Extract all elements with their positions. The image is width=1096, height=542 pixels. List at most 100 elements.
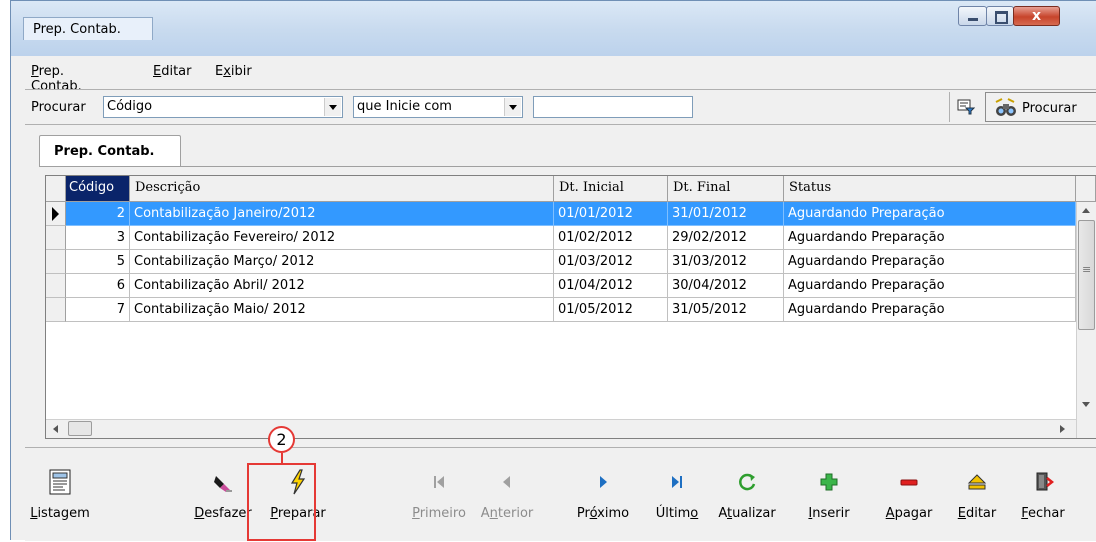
atualizar-button[interactable]: Atualizar — [709, 468, 785, 532]
table-row[interactable]: 7 Contabilização Maio/ 2012 01/05/2012 3… — [46, 298, 1076, 322]
minimize-button[interactable] — [958, 6, 987, 26]
search-input[interactable] — [533, 96, 693, 118]
divider — [949, 92, 950, 122]
cell-codigo[interactable]: 5 — [66, 250, 130, 274]
listagem-button[interactable]: Listagem — [27, 468, 93, 532]
cell-status[interactable]: Aguardando Preparação — [784, 226, 1076, 250]
column-header-status[interactable]: Status — [784, 176, 1076, 202]
search-field-select[interactable]: Código — [103, 96, 343, 118]
fechar-label: Fechar — [1021, 506, 1065, 521]
horizontal-scroll-thumb[interactable] — [68, 421, 92, 436]
menu-editar[interactable]: Editar — [153, 64, 192, 79]
cell-status[interactable]: Aguardando Preparação — [784, 250, 1076, 274]
scroll-right-icon[interactable] — [1060, 425, 1065, 433]
ultimo-button[interactable]: Último — [651, 468, 703, 532]
cell-descricao[interactable]: Contabilização Março/ 2012 — [130, 250, 554, 274]
table-row[interactable]: 5 Contabilização Março/ 2012 01/03/2012 … — [46, 250, 1076, 274]
table-row[interactable]: 2 Contabilização Janeiro/2012 01/01/2012… — [46, 202, 1076, 226]
column-header-codigo[interactable]: Código — [66, 176, 130, 202]
eraser-icon — [214, 476, 232, 492]
search-field-value: Código — [107, 99, 153, 114]
vertical-scroll-thumb[interactable] — [1078, 220, 1095, 330]
cell-descricao[interactable]: Contabilização Maio/ 2012 — [130, 298, 554, 322]
search-condition-value: que Inicie com — [357, 99, 452, 114]
bottom-toolbar: Listagem Desfazer Preparar Primeiro Ante… — [25, 447, 1096, 542]
column-header-dt-final[interactable]: Dt. Final — [668, 176, 784, 202]
cell-dt-inicial[interactable]: 01/05/2012 — [554, 298, 668, 322]
annotation-connector — [281, 453, 283, 464]
previous-record-icon — [503, 476, 510, 488]
cell-status[interactable]: Aguardando Preparação — [784, 298, 1076, 322]
procurar-button[interactable]: Procurar — [985, 92, 1096, 122]
cell-dt-final[interactable]: 31/05/2012 — [668, 298, 784, 322]
cell-dt-final[interactable]: 29/02/2012 — [668, 226, 784, 250]
cell-status[interactable]: Aguardando Preparação — [784, 202, 1076, 226]
menu-exibir[interactable]: Exibir — [215, 64, 252, 79]
last-record-icon — [672, 476, 682, 488]
vertical-scrollbar[interactable] — [1076, 202, 1096, 438]
plus-icon — [820, 473, 838, 491]
column-header-descricao[interactable]: Descrição — [130, 176, 554, 202]
horizontal-scrollbar[interactable] — [46, 419, 1076, 438]
application-window: Prep. Contab. x Prep. Contab. Editar Exi… — [10, 0, 1096, 541]
scroll-left-icon[interactable] — [53, 425, 58, 433]
chevron-down-icon[interactable] — [324, 98, 341, 116]
listagem-label: Listagem — [30, 506, 90, 521]
annotation-highlight-box — [247, 463, 316, 541]
tab-prep-contab-label: Prep. Contab. — [54, 144, 155, 159]
search-condition-select[interactable]: que Inicie com — [353, 96, 523, 118]
cell-dt-final[interactable]: 31/03/2012 — [668, 250, 784, 274]
inserir-button[interactable]: Inserir — [801, 468, 857, 532]
close-button[interactable]: x — [1013, 6, 1060, 26]
editar-button[interactable]: Editar — [951, 468, 1003, 532]
cell-dt-final[interactable]: 31/01/2012 — [668, 202, 784, 226]
cell-dt-inicial[interactable]: 01/03/2012 — [554, 250, 668, 274]
anterior-button[interactable]: Anterior — [475, 468, 539, 532]
chevron-down-icon[interactable] — [504, 98, 521, 116]
cell-dt-final[interactable]: 30/04/2012 — [668, 274, 784, 298]
procurar-button-label: Procurar — [1022, 101, 1077, 116]
apagar-label: Apagar — [885, 506, 933, 521]
row-indicator — [46, 202, 66, 226]
ultimo-label: Último — [655, 506, 699, 521]
proximo-label: Próximo — [576, 506, 630, 521]
eject-edit-icon — [967, 474, 987, 490]
anterior-label: Anterior — [480, 506, 534, 521]
proximo-button[interactable]: Próximo — [573, 468, 633, 532]
cell-dt-inicial[interactable]: 01/04/2012 — [554, 274, 668, 298]
editar-label: Editar — [957, 506, 997, 521]
scroll-down-icon[interactable] — [1082, 402, 1090, 407]
row-indicator — [46, 298, 66, 322]
column-header-dt-inicial[interactable]: Dt. Inicial — [554, 176, 668, 202]
cell-descricao[interactable]: Contabilização Fevereiro/ 2012 — [130, 226, 554, 250]
scroll-up-icon[interactable] — [1082, 208, 1090, 213]
apagar-button[interactable]: Apagar — [879, 468, 939, 532]
cell-dt-inicial[interactable]: 01/02/2012 — [554, 226, 668, 250]
annotation-step-marker: 2 — [268, 426, 295, 453]
cell-descricao[interactable]: Contabilização Janeiro/2012 — [130, 202, 554, 226]
cell-codigo[interactable]: 6 — [66, 274, 130, 298]
client-area: Prep. Contab. Editar Exibir Procurar Cód… — [25, 59, 1096, 541]
cell-codigo[interactable]: 2 — [66, 202, 130, 226]
cell-dt-inicial[interactable]: 01/01/2012 — [554, 202, 668, 226]
primeiro-button[interactable]: Primeiro — [409, 468, 469, 532]
row-indicator — [46, 250, 66, 274]
cell-codigo[interactable]: 3 — [66, 226, 130, 250]
data-grid[interactable]: Código Descrição Dt. Inicial Dt. Final S… — [45, 175, 1096, 439]
fechar-button[interactable]: Fechar — [1013, 468, 1073, 532]
maximize-button[interactable] — [986, 6, 1014, 26]
search-bar: Procurar Código que Inicie com Procurar — [25, 89, 1096, 125]
filter-icon[interactable] — [957, 99, 975, 115]
table-row[interactable]: 6 Contabilização Abril/ 2012 01/04/2012 … — [46, 274, 1076, 298]
cell-codigo[interactable]: 7 — [66, 298, 130, 322]
row-indicator — [46, 226, 66, 250]
table-row[interactable]: 3 Contabilização Fevereiro/ 2012 01/02/2… — [46, 226, 1076, 250]
current-row-pointer-icon — [52, 207, 59, 221]
tab-prep-contab[interactable]: Prep. Contab. — [39, 135, 181, 167]
cell-status[interactable]: Aguardando Preparação — [784, 274, 1076, 298]
cell-descricao[interactable]: Contabilização Abril/ 2012 — [130, 274, 554, 298]
exit-door-icon — [1036, 472, 1055, 491]
refresh-icon — [739, 473, 756, 491]
window-title: Prep. Contab. — [33, 22, 121, 37]
first-record-icon — [434, 476, 444, 488]
